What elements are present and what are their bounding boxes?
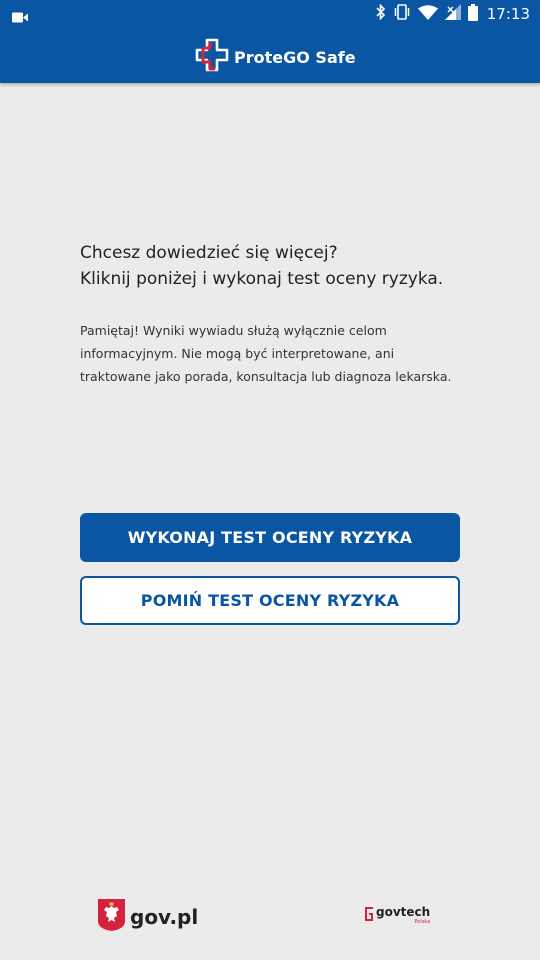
status-bar: 17:13 (0, 0, 540, 27)
skip-risk-test-button[interactable]: POMIŃ TEST OCENY RYZYKA (80, 576, 460, 625)
gov-pl-logo: gov.pl (98, 899, 198, 935)
gov-pl-label: gov.pl (130, 905, 199, 929)
bluetooth-icon (376, 3, 386, 24)
status-icons: 17:13 (376, 3, 530, 25)
video-camera-icon (12, 8, 28, 27)
headline-line-1: Chcesz dowiedzieć się więcej? (80, 243, 338, 263)
govtech-sublabel: Polska (414, 919, 431, 925)
govtech-mark-icon (364, 906, 374, 928)
battery-icon (467, 3, 478, 25)
disclaimer-notice: Pamiętaj! Wyniki wywiadu służą wyłącznie… (80, 323, 452, 384)
wifi-icon (417, 4, 438, 24)
take-risk-test-button[interactable]: WYKONAJ TEST OCENY RYZYKA (80, 513, 460, 562)
govtech-label: govtech (376, 905, 431, 919)
govtech-wordmark: govtech Polska (376, 905, 431, 926)
app-header: ProteGO Safe (0, 27, 540, 83)
vibrate-icon (393, 4, 411, 24)
status-time: 17:13 (486, 5, 530, 23)
eagle-emblem-icon (98, 899, 125, 935)
headline: Chcesz dowiedzieć się więcej? Kliknij po… (80, 240, 470, 292)
headline-line-2: Kliknij poniżej i wykonaj test oceny ryz… (80, 269, 444, 289)
info-section: Chcesz dowiedzieć się więcej? Kliknij po… (80, 240, 470, 388)
brand: ProteGO Safe (195, 38, 356, 76)
app-name: ProteGO Safe (234, 47, 356, 67)
medical-cross-logo-icon (195, 38, 229, 76)
cellular-signal-icon (444, 4, 461, 24)
govtech-logo: govtech Polska (364, 906, 430, 928)
